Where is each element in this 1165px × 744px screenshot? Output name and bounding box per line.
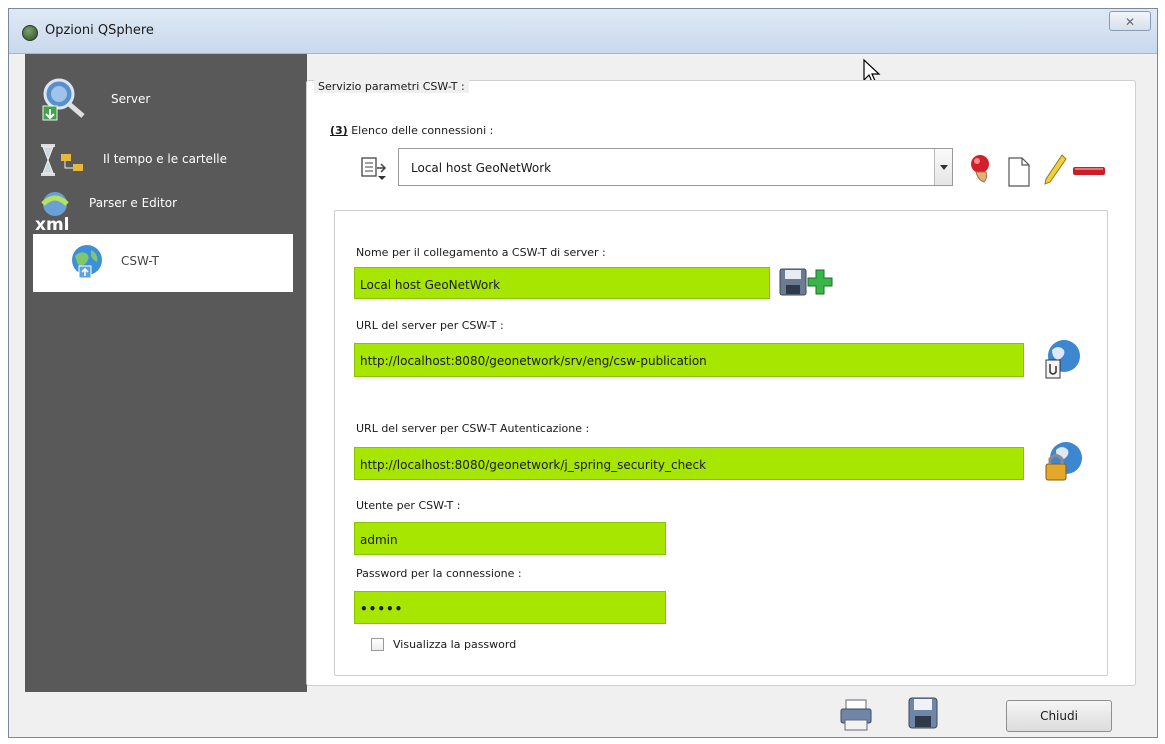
sidebar-item-label: Il tempo e le cartelle — [103, 152, 227, 166]
show-password-label[interactable]: Visualizza la password — [393, 638, 516, 651]
connections-heading: (3) Elenco delle connessioni : — [330, 124, 493, 137]
sidebar-item-csw-t[interactable]: CSW-T — [33, 234, 293, 292]
connect-pin-icon[interactable] — [966, 152, 996, 186]
show-password-checkbox[interactable] — [371, 638, 384, 651]
connection-select[interactable]: Local host GeoNetWork — [398, 148, 953, 186]
chevron-down-icon — [940, 165, 948, 170]
qsphere-app-icon — [22, 25, 38, 41]
sidebar: Server Il tempo e le cartelle xml Parser… — [25, 54, 307, 692]
connections-count: (3) — [330, 124, 348, 137]
sidebar-item-server[interactable]: Server — [33, 74, 293, 128]
sidebar-item-label: Parser e Editor — [89, 196, 178, 210]
save-add-icon[interactable] — [778, 266, 834, 300]
xml-icon: xml — [35, 192, 70, 234]
connection-select-dropdown[interactable] — [934, 149, 952, 185]
remove-icon[interactable] — [1072, 164, 1106, 178]
sidebar-item-parser-editor[interactable]: xml Parser e Editor — [33, 186, 293, 240]
close-button[interactable]: Chiudi — [1006, 700, 1112, 732]
connection-name-label: Nome per il collegamento a CSW-T di serv… — [356, 246, 606, 259]
edit-pencil-icon[interactable] — [1040, 152, 1068, 188]
globe-lock-icon[interactable] — [1040, 438, 1086, 484]
svg-text:xml: xml — [35, 215, 70, 234]
sidebar-item-label: Server — [111, 92, 151, 106]
save-icon[interactable] — [906, 696, 940, 730]
connections-label: Elenco delle connessioni : — [351, 124, 494, 137]
list-menu-icon[interactable] — [360, 156, 392, 182]
password-label: Password per la connessione : — [356, 567, 522, 580]
server-url-input[interactable]: http://localhost:8080/geonetwork/srv/eng… — [354, 343, 1024, 377]
search-server-icon — [42, 78, 85, 121]
window-title: Opzioni QSphere — [45, 23, 154, 38]
globe-icon — [72, 245, 102, 279]
connection-name-input[interactable]: Local host GeoNetWork — [354, 267, 770, 299]
sidebar-item-time-folders[interactable]: Il tempo e le cartelle — [33, 134, 293, 188]
auth-url-label: URL del server per CSW-T Autenticazione … — [356, 422, 590, 435]
group-legend: Servizio parametri CSW-T : — [314, 80, 469, 93]
username-input[interactable]: admin — [354, 522, 666, 555]
title-bar: Opzioni QSphere ✕ — [9, 9, 1157, 54]
hourglass-folder-icon — [41, 144, 83, 176]
password-input[interactable]: ••••• — [354, 591, 666, 624]
sidebar-item-label: CSW-T — [121, 254, 159, 268]
auth-url-input[interactable]: http://localhost:8080/geonetwork/j_sprin… — [354, 447, 1024, 480]
printer-icon[interactable] — [838, 698, 874, 732]
new-document-icon[interactable] — [1006, 156, 1032, 188]
close-window-button[interactable]: ✕ — [1109, 11, 1151, 31]
user-label: Utente per CSW-T : — [356, 499, 461, 512]
server-url-label: URL del server per CSW-T : — [356, 319, 504, 332]
globe-link-icon[interactable] — [1040, 336, 1086, 382]
connection-select-value: Local host GeoNetWork — [411, 161, 552, 175]
